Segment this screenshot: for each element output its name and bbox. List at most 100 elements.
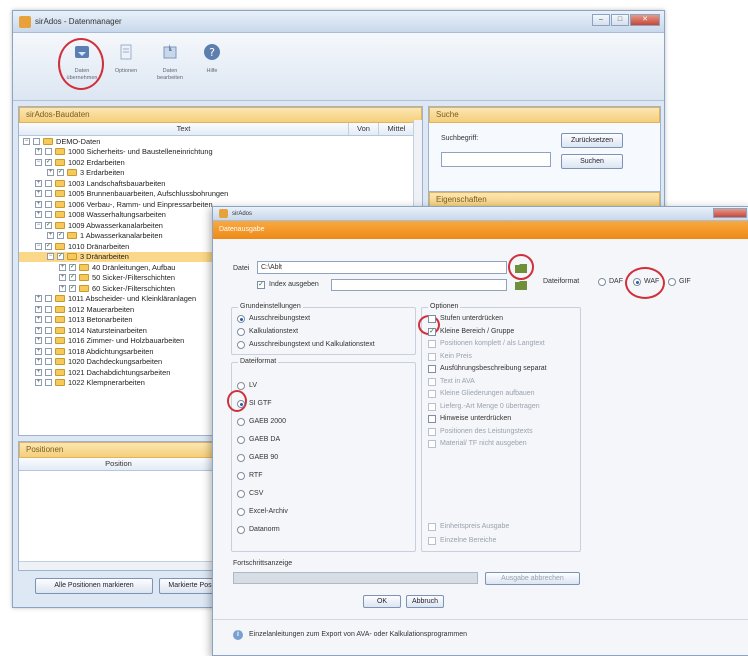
cancel-button[interactable]: Abbruch (406, 595, 444, 608)
option-checkbox[interactable] (428, 315, 436, 323)
tree-row-checkbox[interactable]: ✓ (57, 232, 64, 240)
option-checkbox[interactable] (428, 427, 436, 436)
settings-option-radio[interactable] (237, 341, 245, 349)
tree-row-checkbox[interactable] (45, 190, 52, 198)
format-option-radio[interactable] (237, 418, 245, 426)
expand-toggle-icon[interactable]: − (35, 158, 42, 166)
expand-toggle-icon[interactable]: + (35, 379, 42, 387)
expand-toggle-icon[interactable]: + (35, 368, 42, 376)
extra-option-checkbox[interactable] (428, 537, 436, 545)
tree-row[interactable]: +1005 Brunnenbauarbeiten, Aufschlussbohr… (19, 189, 422, 200)
option-checkbox[interactable] (428, 390, 436, 398)
expand-toggle-icon[interactable]: − (35, 221, 42, 229)
mark-all-positions-button[interactable]: Alle Positionen markieren (35, 578, 153, 594)
index-folder-icon[interactable] (515, 280, 527, 290)
tree-row-checkbox[interactable] (45, 179, 52, 187)
tree-row-checkbox[interactable] (33, 137, 40, 145)
option-checkbox[interactable] (428, 440, 436, 448)
expand-toggle-icon[interactable]: + (35, 337, 42, 345)
format-option-radio[interactable] (237, 382, 245, 390)
tree-row[interactable]: − ✓ 1002 Erdarbeiten (19, 157, 422, 168)
tree-row-checkbox[interactable] (45, 211, 52, 219)
ok-button[interactable]: OK (363, 595, 401, 608)
expand-toggle-icon[interactable]: + (59, 284, 66, 292)
column-von[interactable]: Von (349, 123, 379, 135)
tree-row-checkbox[interactable] (45, 295, 52, 303)
expand-toggle-icon[interactable]: + (35, 200, 42, 208)
cancel-export-button[interactable]: Ausgabe abbrechen (485, 572, 580, 585)
expand-toggle-icon[interactable]: + (35, 148, 42, 156)
expand-toggle-icon[interactable]: + (35, 358, 42, 366)
format-radio-gif[interactable] (668, 278, 676, 286)
expand-toggle-icon[interactable]: + (35, 326, 42, 334)
expand-toggle-icon[interactable]: + (35, 179, 42, 187)
column-text[interactable]: Text (19, 123, 349, 135)
format-option-radio[interactable] (237, 490, 245, 498)
tree-row-checkbox[interactable] (45, 337, 52, 345)
settings-option-radio[interactable] (237, 315, 245, 323)
column-mittel[interactable]: Mittel (379, 123, 415, 135)
expand-toggle-icon[interactable]: − (47, 253, 54, 261)
tree-row[interactable]: +1000 Sicherheits- und Baustelleneinrich… (19, 147, 422, 158)
tree-row-checkbox[interactable] (45, 368, 52, 376)
maximize-button[interactable]: □ (611, 14, 629, 26)
dialog-close-button[interactable] (713, 208, 747, 218)
close-button[interactable]: ✕ (630, 14, 660, 26)
expand-toggle-icon[interactable]: + (35, 347, 42, 355)
option-checkbox[interactable] (428, 340, 436, 348)
expand-toggle-icon[interactable]: + (47, 232, 54, 240)
expand-toggle-icon[interactable]: + (35, 211, 42, 219)
option-checkbox[interactable] (428, 402, 436, 411)
tree-row-checkbox[interactable] (45, 200, 52, 208)
expand-toggle-icon[interactable]: + (35, 190, 42, 198)
expand-toggle-icon[interactable]: + (35, 295, 42, 303)
expand-toggle-icon[interactable]: + (35, 305, 42, 313)
format-radio-daf[interactable] (598, 278, 606, 286)
expand-toggle-icon[interactable]: + (47, 169, 54, 177)
tree-row-checkbox[interactable] (45, 148, 52, 156)
tree-row-checkbox[interactable]: ✓ (45, 242, 52, 250)
format-option-radio[interactable] (237, 508, 245, 516)
column-position[interactable]: Position (19, 458, 219, 470)
extra-option-checkbox[interactable] (428, 523, 436, 531)
tree-row[interactable]: + ✓ 3 Erdarbeiten (19, 168, 422, 179)
expand-toggle-icon[interactable]: + (59, 274, 66, 282)
tree-row-checkbox[interactable] (45, 316, 52, 324)
format-option-radio[interactable] (237, 436, 245, 444)
tree-row-checkbox[interactable]: ✓ (45, 158, 52, 166)
ribbon-help-button[interactable]: ? Hilfe (191, 39, 233, 75)
tree-row-checkbox[interactable]: ✓ (69, 284, 76, 292)
tree-row-checkbox[interactable]: ✓ (69, 274, 76, 282)
tree-row-checkbox[interactable] (45, 326, 52, 334)
format-option-radio[interactable] (237, 526, 245, 534)
format-option-radio[interactable] (237, 400, 245, 408)
expand-toggle-icon[interactable]: + (59, 263, 66, 271)
tree-row[interactable]: +1003 Landschaftsbauarbeiten (19, 178, 422, 189)
tree-row-checkbox[interactable] (45, 305, 52, 313)
expand-toggle-icon[interactable]: + (35, 316, 42, 324)
option-checkbox[interactable] (428, 377, 436, 386)
tree-row-checkbox[interactable] (45, 347, 52, 355)
settings-option-radio[interactable] (237, 328, 245, 336)
tree-row[interactable]: − DEMO-Daten (19, 136, 422, 147)
search-input[interactable] (441, 152, 551, 167)
ribbon-options-button[interactable]: Optionen (105, 39, 147, 75)
reset-button[interactable]: Zurücksetzen (561, 133, 623, 148)
expand-toggle-icon[interactable]: − (23, 137, 30, 145)
option-checkbox[interactable] (428, 415, 436, 423)
tree-row-checkbox[interactable] (45, 358, 52, 366)
index-checkbox[interactable]: ✓ (257, 281, 265, 289)
index-input[interactable] (331, 279, 507, 291)
tree-row-checkbox[interactable]: ✓ (57, 169, 64, 177)
option-checkbox[interactable]: ✓ (428, 327, 436, 336)
search-button[interactable]: Suchen (561, 154, 623, 169)
minimize-button[interactable]: – (592, 14, 610, 26)
tree-row-checkbox[interactable]: ✓ (69, 263, 76, 271)
positions-hscrollbar[interactable] (19, 561, 227, 570)
format-option-radio[interactable] (237, 472, 245, 480)
option-checkbox[interactable] (428, 365, 436, 373)
tree-row-checkbox[interactable]: ✓ (57, 253, 64, 261)
ribbon-edit-data-button[interactable]: Daten bearbeiten (149, 39, 191, 82)
option-checkbox[interactable] (428, 352, 436, 361)
tree-row-checkbox[interactable]: ✓ (45, 221, 52, 229)
